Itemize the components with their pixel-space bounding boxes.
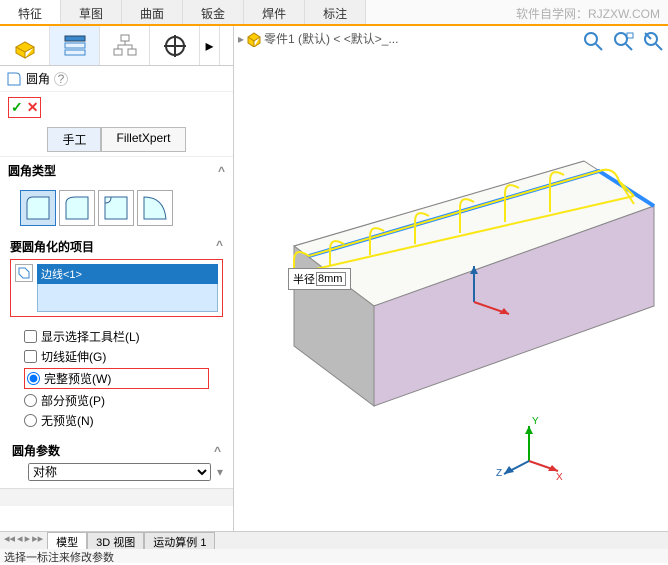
chevron-down-icon: ▾ (217, 465, 223, 479)
zoom-fit-icon[interactable] (582, 30, 604, 52)
selection-item[interactable]: 边线<1> (37, 264, 218, 284)
part-icon (246, 31, 262, 47)
panel-tab-origin[interactable] (150, 26, 200, 65)
fillet-type-header[interactable]: 圆角类型 ^ (0, 156, 233, 184)
selection-box: 边线<1> (10, 259, 223, 317)
svg-text:X: X (556, 472, 563, 483)
footer-tab-model[interactable]: 模型 (47, 532, 87, 549)
footer-tab-motion[interactable]: 运动算例 1 (144, 532, 215, 549)
viewport-3d[interactable]: ▸ 零件1 (默认) < <默认>_... (234, 26, 668, 546)
menu-bar: 特征 草图 曲面 钣金 焊件 标注 软件自学网：RJZXW.COM (0, 0, 668, 26)
menu-tab-surface[interactable]: 曲面 (122, 0, 183, 24)
watermark-text: 软件自学网：RJZXW.COM (508, 0, 668, 24)
params-header[interactable]: 圆角参数 ^ (10, 438, 223, 463)
footer-nav[interactable]: ◂◂◂▸▸▸ (0, 532, 47, 549)
help-icon[interactable]: ? (54, 72, 68, 86)
svg-text:Y: Y (532, 416, 539, 427)
fillet-type-face[interactable] (98, 190, 134, 226)
hierarchy-icon (112, 33, 138, 59)
tangent-checkbox[interactable]: 切线延伸(G) (24, 348, 209, 365)
breadcrumb-text: 零件1 (默认) < <默认>_... (264, 30, 398, 47)
menu-tab-feature[interactable]: 特征 (0, 0, 61, 24)
panel-scrollbar[interactable] (0, 488, 233, 506)
status-bar: 选择一标注来修改参数 (0, 549, 668, 563)
feature-name: 圆角 (26, 70, 50, 87)
items-header[interactable]: 要圆角化的项目 ^ (10, 238, 223, 255)
menu-tab-sketch[interactable]: 草图 (61, 0, 122, 24)
radius-label: 半径 (293, 271, 315, 287)
symmetry-select[interactable]: 对称 (28, 463, 211, 481)
footer-tab-3dview[interactable]: 3D 视图 (87, 532, 144, 549)
footer-tabs: ◂◂◂▸▸▸ 模型 3D 视图 运动算例 1 (0, 531, 668, 549)
partial-preview-radio[interactable]: 部分预览(P) (24, 392, 209, 409)
feature-header: 圆角 ? (0, 66, 233, 92)
panel-tab-features[interactable] (0, 26, 50, 65)
panel-tab-more[interactable]: ▸ (200, 26, 220, 65)
fillet-icon (6, 71, 22, 87)
chevron-right-icon: ▸ (205, 36, 213, 56)
cancel-button[interactable]: ✕ (27, 99, 39, 116)
fillet-type-constant[interactable] (20, 190, 56, 226)
edge-icon[interactable] (15, 264, 33, 282)
triad-icon[interactable]: Y X Z (494, 416, 564, 486)
panel-tab-tree[interactable] (50, 26, 100, 65)
crosshair-icon (162, 33, 188, 59)
ok-button[interactable]: ✓ (11, 99, 23, 116)
chevron-up-icon: ^ (216, 238, 223, 255)
radius-input[interactable] (316, 272, 346, 286)
show-toolbar-checkbox[interactable]: 显示选择工具栏(L) (24, 328, 209, 345)
breadcrumb-arrow-icon: ▸ (238, 32, 244, 46)
cubes-icon (12, 33, 38, 59)
selection-list[interactable]: 边线<1> (37, 264, 218, 312)
fillet-type-variable[interactable] (59, 190, 95, 226)
zoom-area-icon[interactable] (612, 30, 634, 52)
no-preview-radio[interactable]: 无预览(N) (24, 412, 209, 429)
breadcrumb[interactable]: ▸ 零件1 (默认) < <默认>_... (238, 30, 398, 47)
menu-tab-annotation[interactable]: 标注 (305, 0, 366, 24)
fillet-type-group (0, 184, 233, 232)
property-panel: ▸ 圆角 ? ✓ ✕ 手工 FilletXpert 圆角类型 ^ (0, 26, 234, 546)
chevron-up-icon: ^ (214, 444, 221, 458)
filletxpert-mode-button[interactable]: FilletXpert (101, 127, 185, 152)
panel-tabs: ▸ (0, 26, 233, 66)
tree-icon (62, 33, 88, 59)
fillet-type-full[interactable] (137, 190, 173, 226)
manual-mode-button[interactable]: 手工 (47, 127, 101, 152)
view-prev-icon[interactable] (642, 30, 664, 52)
selection-blank[interactable] (37, 284, 218, 312)
menu-tab-sheetmetal[interactable]: 钣金 (183, 0, 244, 24)
confirm-box: ✓ ✕ (8, 97, 41, 118)
menu-tab-weld[interactable]: 焊件 (244, 0, 305, 24)
view-tools (582, 30, 664, 52)
svg-text:Z: Z (496, 468, 502, 479)
full-preview-radio[interactable]: 完整预览(W) (24, 368, 209, 389)
panel-tab-hierarchy[interactable] (100, 26, 150, 65)
chevron-up-icon: ^ (218, 164, 225, 178)
dimension-label[interactable]: 半径 (288, 268, 351, 290)
